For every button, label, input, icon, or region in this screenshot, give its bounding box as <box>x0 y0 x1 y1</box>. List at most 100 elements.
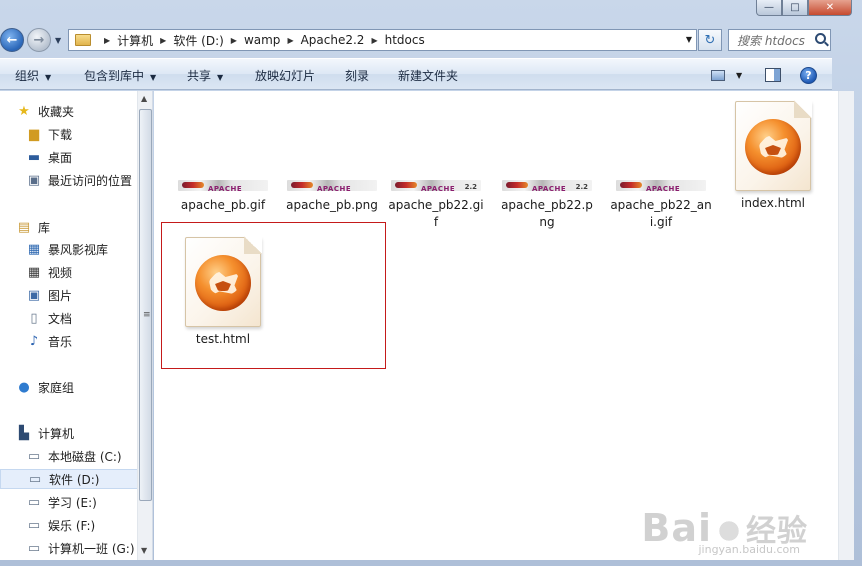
sidebar-item-videos[interactable]: ▦ 视频 <box>26 262 72 282</box>
sidebar-libraries[interactable]: ▤ 库 <box>16 217 50 237</box>
file-name: index.html <box>741 196 805 210</box>
picture-icon: ▣ <box>27 287 41 303</box>
sidebar-item-baofeng-library[interactable]: ▦ 暴风影视库 <box>26 239 108 259</box>
preview-pane-icon[interactable] <box>765 68 781 82</box>
file-index-html[interactable]: index.html <box>718 100 828 212</box>
file-name: test.html <box>195 332 251 346</box>
drive-icon: ▭ <box>27 494 41 510</box>
videos-label: 视频 <box>48 265 73 280</box>
sidebar-item-desktop[interactable]: ▬ 桌面 <box>26 147 72 167</box>
new-folder-button[interactable]: 新建文件夹 <box>398 67 458 84</box>
refresh-icon: ↻ <box>704 32 716 48</box>
drive-c-label: 本地磁盘 (C:) <box>48 449 122 464</box>
arrow-left-icon: ← <box>6 32 18 48</box>
include-in-library-button[interactable]: 包含到库中 ▼ <box>84 67 156 84</box>
breadcrumb-drive-d[interactable]: 软件 (D:) <box>173 32 223 49</box>
sidebar-item-music[interactable]: ♪ 音乐 <box>26 331 72 351</box>
apache-feather-icon <box>182 182 204 188</box>
file-apache-pb22-gif[interactable]: APACHE apache_pb22.gif <box>388 180 484 231</box>
refresh-button[interactable]: ↻ <box>698 29 722 51</box>
organize-label: 组织 <box>15 69 40 83</box>
drive-f-label: 娱乐 (F:) <box>48 518 96 533</box>
banner-wordmark: APACHE <box>532 185 567 191</box>
explorer-window: — □ ✕ ← → ▼ ▶ 计算机 ▶ 软件 (D:) ▶ wamp ▶ Apa… <box>0 0 862 566</box>
address-dropdown-icon[interactable]: ▼ <box>686 35 692 44</box>
chevron-right-icon[interactable]: ▶ <box>287 36 293 45</box>
sidebar-favorites[interactable]: ★ 收藏夹 <box>16 101 74 121</box>
library-icon: ▤ <box>17 219 31 235</box>
sidebar-computer[interactable]: ▙ 计算机 <box>16 423 74 443</box>
search-input[interactable]: 搜索 htdocs <box>728 29 831 51</box>
sidebar-item-downloads[interactable]: ▆ 下载 <box>26 124 72 144</box>
search-icon[interactable] <box>815 33 826 44</box>
sidebar-item-drive-e[interactable]: ▭ 学习 (E:) <box>26 492 97 512</box>
breadcrumb-apache[interactable]: Apache2.2 <box>301 33 365 47</box>
share-button[interactable]: 共享 ▼ <box>187 67 223 84</box>
desktop-icon: ▬ <box>27 149 41 165</box>
file-name: apache_pb22.png <box>501 198 593 229</box>
sidebar-scrollbar[interactable]: ▲ ≡ ▼ <box>137 91 152 560</box>
sidebar-homegroup[interactable]: ● 家庭组 <box>16 377 74 397</box>
apache-banner-thumbnail: APACHE <box>287 180 377 191</box>
film-icon: ▦ <box>27 264 41 280</box>
recent-pages-dropdown[interactable]: ▼ <box>55 36 61 45</box>
sidebar-item-drive-d[interactable]: ▭ 软件 (D:) <box>0 469 138 489</box>
apache-banner-thumbnail: APACHE <box>178 180 268 191</box>
sidebar-item-pictures[interactable]: ▣ 图片 <box>26 285 72 305</box>
drive-e-label: 学习 (E:) <box>48 495 97 510</box>
organize-button[interactable]: 组织 ▼ <box>15 67 51 84</box>
apache-feather-icon <box>395 182 417 188</box>
sidebar-item-recent-places[interactable]: ▣ 最近访问的位置 <box>26 170 132 190</box>
recent-places-label: 最近访问的位置 <box>48 173 133 188</box>
command-bar: 组织 ▼ 包含到库中 ▼ 共享 ▼ 放映幻灯片 刻录 新建文件夹 ▼ ? <box>0 58 832 90</box>
sidebar-item-documents[interactable]: ▯ 文档 <box>26 308 72 328</box>
view-options-dropdown[interactable]: ▼ <box>736 71 742 80</box>
html-document-icon <box>185 236 262 327</box>
drive-g-label: 计算机一班 (G:) <box>48 541 135 556</box>
change-view-icon[interactable] <box>711 70 725 81</box>
drive-icon: ▭ <box>27 448 41 464</box>
apache-feather-icon <box>506 182 528 188</box>
arrow-right-icon: → <box>33 32 45 48</box>
caret-down-icon: ▼ <box>217 73 224 82</box>
sidebar-item-drive-f[interactable]: ▭ 娱乐 (F:) <box>26 515 95 535</box>
scrollbar-thumb[interactable]: ≡ <box>139 109 152 501</box>
scroll-down-icon[interactable]: ▼ <box>141 546 147 555</box>
sidebar-item-drive-c[interactable]: ▭ 本地磁盘 (C:) <box>26 446 122 466</box>
close-button[interactable]: ✕ <box>808 0 852 16</box>
apache-feather-icon <box>291 182 313 188</box>
chevron-right-icon[interactable]: ▶ <box>371 36 377 45</box>
breadcrumb-htdocs[interactable]: htdocs <box>385 33 425 47</box>
include-library-label: 包含到库中 <box>84 69 145 83</box>
address-bar[interactable]: ▶ 计算机 ▶ 软件 (D:) ▶ wamp ▶ Apache2.2 ▶ htd… <box>68 29 697 51</box>
file-apache-pb-gif[interactable]: APACHE apache_pb.gif <box>168 180 278 214</box>
search-placeholder: 搜索 htdocs <box>737 33 805 48</box>
file-name: apache_pb.gif <box>180 198 266 212</box>
recent-places-icon: ▣ <box>27 172 41 188</box>
scroll-up-icon[interactable]: ▲ <box>141 94 147 103</box>
help-icon[interactable]: ? <box>800 67 817 84</box>
file-apache-pb22-png[interactable]: APACHE apache_pb22.png <box>499 180 595 231</box>
drive-icon: ▭ <box>27 517 41 533</box>
sidebar-item-drive-g[interactable]: ▭ 计算机一班 (G:) <box>26 538 135 558</box>
banner-wordmark: APACHE <box>208 185 243 191</box>
back-button[interactable]: ← <box>0 28 24 52</box>
slideshow-button[interactable]: 放映幻灯片 <box>255 67 315 84</box>
chevron-right-icon[interactable]: ▶ <box>104 36 110 45</box>
file-test-html[interactable]: test.html <box>168 236 278 348</box>
file-apache-pb22-ani-gif[interactable]: APACHE apache_pb22_ani.gif <box>609 180 713 231</box>
video-library-icon: ▦ <box>27 241 41 257</box>
forward-button[interactable]: → <box>27 28 51 52</box>
chevron-right-icon[interactable]: ▶ <box>160 36 166 45</box>
burn-button[interactable]: 刻录 <box>345 67 369 84</box>
documents-label: 文档 <box>48 311 73 326</box>
chevron-right-icon[interactable]: ▶ <box>231 36 237 45</box>
file-apache-pb-png[interactable]: APACHE apache_pb.png <box>277 180 387 214</box>
content-scrollbar[interactable] <box>838 91 854 560</box>
maximize-button[interactable]: □ <box>782 0 808 16</box>
breadcrumb-wamp[interactable]: wamp <box>244 33 280 47</box>
libraries-label: 库 <box>38 220 51 235</box>
minimize-button[interactable]: — <box>756 0 782 16</box>
breadcrumb-computer[interactable]: 计算机 <box>117 32 153 49</box>
apache-feather-icon <box>620 182 642 188</box>
